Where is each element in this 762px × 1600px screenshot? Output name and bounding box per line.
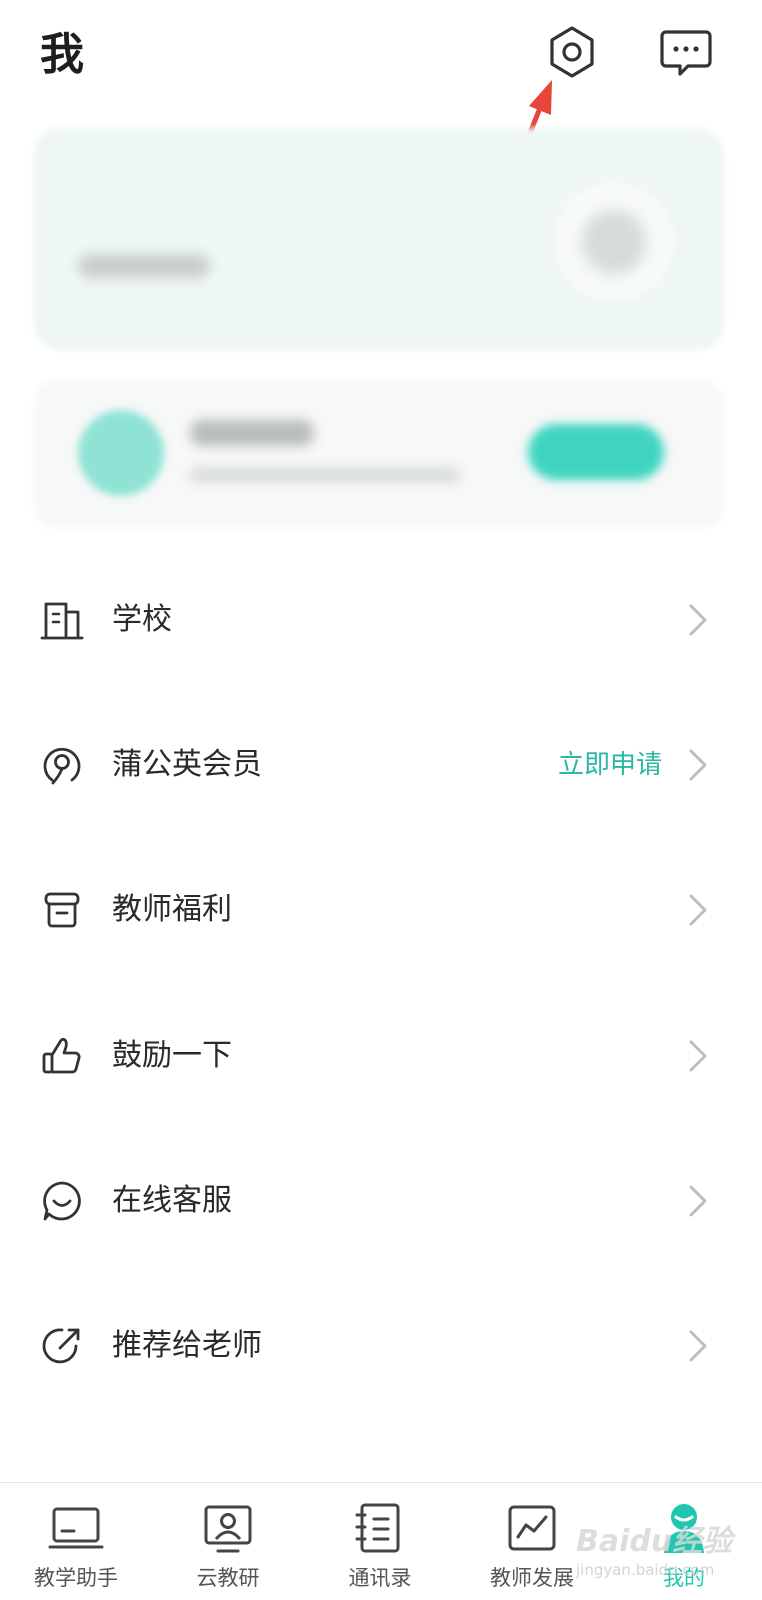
menu-item-encourage[interactable]: 鼓励一下 — [0, 1006, 762, 1106]
menu-item-label: 蒲公英会员 — [112, 747, 262, 782]
tab-label: 教师发展 — [490, 1566, 574, 1590]
share-arrow-icon — [40, 1324, 84, 1368]
menu-item-recommend[interactable]: 推荐给老师 — [0, 1296, 762, 1396]
promo-card[interactable] — [34, 380, 724, 528]
chat-smile-icon — [40, 1179, 84, 1223]
chevron-right-icon — [686, 747, 710, 783]
tab-cloud-research[interactable]: 云教研 — [152, 1483, 304, 1600]
chevron-right-icon — [686, 602, 710, 638]
menu-item-label: 推荐给老师 — [112, 1328, 262, 1363]
chevron-right-icon — [686, 1183, 710, 1219]
tab-contacts[interactable]: 通讯录 — [304, 1483, 456, 1600]
tab-teacher-development[interactable]: 教师发展 — [456, 1483, 608, 1600]
message-icon[interactable] — [658, 24, 714, 80]
apply-now-link[interactable]: 立即申请 — [558, 743, 662, 787]
menu-item-customer-service[interactable]: 在线客服 — [0, 1151, 762, 1251]
tab-label: 通讯录 — [348, 1566, 412, 1590]
tab-me[interactable]: 我的 — [608, 1483, 760, 1600]
menu-item-label: 教师福利 — [112, 892, 232, 927]
promo-icon — [78, 410, 164, 496]
me-page: 我 学校 蒲公英会员 立即申请 教师福利 鼓励一下 在线客服 推荐给老师 教学助… — [0, 0, 762, 1600]
promo-subtitle — [190, 468, 460, 482]
tab-teaching-assistant[interactable]: 教学助手 — [0, 1483, 152, 1600]
menu-item-label: 鼓励一下 — [112, 1038, 232, 1073]
profile-card[interactable] — [34, 128, 724, 350]
chevron-right-icon — [686, 1038, 710, 1074]
promo-button[interactable] — [528, 424, 664, 480]
page-title: 我 — [40, 29, 84, 80]
chevron-right-icon — [686, 1328, 710, 1364]
tab-label: 我的 — [663, 1566, 705, 1590]
school-building-icon — [40, 598, 84, 642]
promo-title — [190, 420, 314, 446]
thumbs-up-icon — [40, 1034, 84, 1078]
gift-box-icon — [40, 888, 84, 932]
bottom-tab-bar: 教学助手 云教研 通讯录 教师发展 我的 — [0, 1482, 762, 1600]
trend-chart-icon — [504, 1501, 560, 1557]
menu-item-label: 学校 — [112, 602, 172, 637]
address-book-icon — [352, 1501, 408, 1557]
person-screen-icon — [200, 1501, 256, 1557]
menu-item-label: 在线客服 — [112, 1183, 232, 1218]
chevron-right-icon — [686, 892, 710, 928]
laptop-icon — [48, 1501, 104, 1557]
menu-item-membership[interactable]: 蒲公英会员 立即申请 — [0, 715, 762, 815]
person-icon — [656, 1501, 712, 1557]
avatar-image — [582, 210, 646, 274]
settings-icon[interactable] — [544, 24, 600, 80]
menu-item-school[interactable]: 学校 — [0, 570, 762, 670]
tab-label: 云教研 — [196, 1566, 260, 1590]
tab-label: 教学助手 — [34, 1566, 118, 1590]
dandelion-icon — [40, 743, 84, 787]
menu-item-welfare[interactable]: 教师福利 — [0, 860, 762, 960]
blurred-name — [78, 254, 210, 278]
